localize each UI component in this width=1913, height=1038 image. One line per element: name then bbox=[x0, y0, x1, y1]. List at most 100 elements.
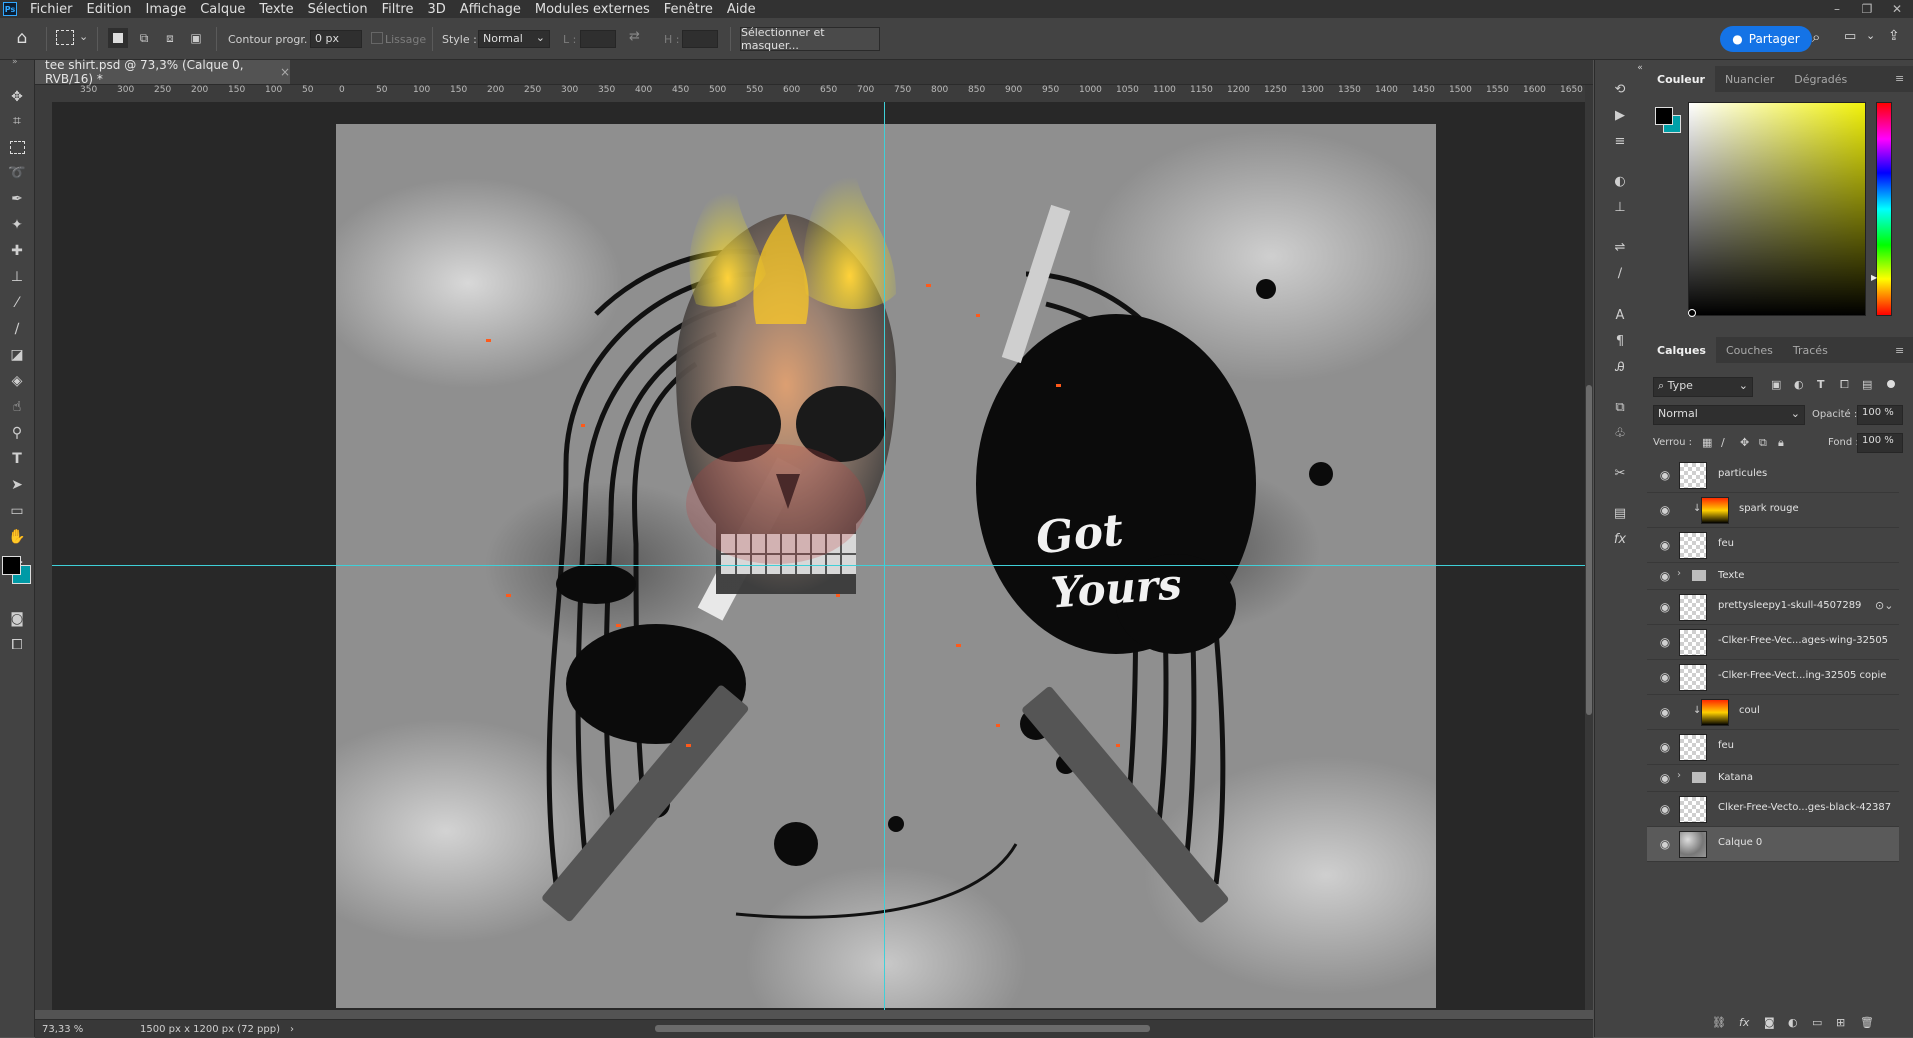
menu-texte[interactable]: Texte bbox=[252, 2, 300, 17]
menu-edition[interactable]: Edition bbox=[80, 2, 139, 17]
paragraph-icon[interactable]: ¶ bbox=[1608, 330, 1632, 352]
foreground-color-swatch[interactable] bbox=[2, 556, 21, 575]
home-icon[interactable]: ⌂ bbox=[10, 26, 34, 50]
clone-source-icon[interactable]: ⊥ bbox=[1608, 196, 1632, 218]
actions-play-icon[interactable]: ▶ bbox=[1608, 104, 1632, 126]
layer-name[interactable]: Calque 0 bbox=[1718, 837, 1762, 848]
layer-name[interactable]: prettysleepy1-skull-4507289 bbox=[1718, 600, 1861, 611]
filter-type-icon[interactable]: T bbox=[1817, 378, 1825, 391]
horizontal-ruler[interactable]: 350 300 250 200 150 100 50 0 50 100 150 … bbox=[52, 85, 1585, 103]
antialias-checkbox[interactable] bbox=[371, 32, 383, 44]
lock-transparency-icon[interactable]: ▦ bbox=[1702, 436, 1712, 449]
filter-smart-object-icon[interactable]: ▤ bbox=[1862, 378, 1872, 391]
layer-name[interactable]: feu bbox=[1718, 740, 1734, 751]
layer-comps-icon[interactable]: ⧉ bbox=[1608, 396, 1632, 418]
filter-shape-icon[interactable]: ⧠ bbox=[1840, 378, 1849, 392]
horizontal-guide-line[interactable] bbox=[52, 565, 1585, 566]
horizontal-scroll-thumb[interactable] bbox=[655, 1025, 1150, 1032]
menu-calque[interactable]: Calque bbox=[193, 2, 252, 17]
styles-fx-icon[interactable]: fx bbox=[1608, 528, 1632, 550]
layer-group-row[interactable]: ◉ › Katana bbox=[1647, 765, 1899, 792]
document-workspace[interactable]: Got Yours bbox=[52, 102, 1585, 1010]
brushes-icon[interactable]: ∕ bbox=[1608, 262, 1632, 284]
fill-input[interactable]: 100 % bbox=[1857, 433, 1903, 453]
tab-calques[interactable]: Calques bbox=[1647, 337, 1716, 363]
menu-fenetre[interactable]: Fenêtre bbox=[657, 2, 720, 17]
layer-name[interactable]: Texte bbox=[1718, 570, 1744, 581]
color-picker-field[interactable] bbox=[1688, 102, 1866, 316]
new-group-icon[interactable]: ▭ bbox=[1812, 1016, 1822, 1029]
layer-row[interactable]: ◉ ↓ spark rouge bbox=[1647, 493, 1899, 528]
glyphs-icon[interactable]: Ꭿ bbox=[1608, 356, 1632, 378]
eyedropper-icon[interactable]: ⁄ bbox=[5, 292, 29, 314]
menu-affichage[interactable]: Affichage bbox=[453, 2, 528, 17]
vertical-ruler[interactable] bbox=[35, 102, 53, 1010]
menu-fichier[interactable]: Fichier bbox=[23, 2, 80, 17]
color-panel-menu-icon[interactable]: ≡ bbox=[1895, 72, 1904, 85]
screen-mode-icon[interactable]: ⧠ bbox=[5, 634, 29, 656]
filter-toggle-icon[interactable] bbox=[1887, 380, 1895, 388]
healing-brush-icon[interactable]: ✚ bbox=[5, 240, 29, 262]
menu-image[interactable]: Image bbox=[138, 2, 193, 17]
layer-name[interactable]: -Clker-Free-Vect...ing-32505 copie bbox=[1718, 670, 1886, 681]
opacity-input[interactable]: 100 % bbox=[1857, 405, 1903, 425]
shapes-icon[interactable]: ♧ bbox=[1608, 422, 1632, 444]
hand-tool-icon[interactable]: ✋ bbox=[5, 526, 29, 548]
hue-slider[interactable] bbox=[1876, 102, 1892, 316]
select-and-mask-button[interactable]: Sélectionner et masquer... bbox=[740, 26, 880, 52]
swap-dimensions-icon[interactable]: ⇄ bbox=[629, 29, 640, 44]
layer-row[interactable]: ◉ prettysleepy1-skull-4507289 ⊙⌄ bbox=[1647, 590, 1899, 625]
layer-name[interactable]: -Clker-Free-Vec...ages-wing-32505 bbox=[1718, 635, 1888, 646]
visibility-eye-icon[interactable]: ◉ bbox=[1657, 836, 1673, 852]
tab-couches[interactable]: Couches bbox=[1716, 337, 1783, 363]
libraries-icon[interactable]: ▤ bbox=[1608, 502, 1632, 524]
feather-input[interactable]: 0 px bbox=[310, 30, 362, 48]
menu-3d[interactable]: 3D bbox=[421, 2, 453, 17]
layer-row-selected[interactable]: ◉ Calque 0 bbox=[1647, 827, 1899, 862]
layer-style-fx-icon[interactable]: fx bbox=[1739, 1016, 1749, 1029]
layer-name[interactable]: coul bbox=[1739, 705, 1760, 716]
restore-icon[interactable]: ❐ bbox=[1852, 0, 1882, 18]
layers-panel-menu-icon[interactable]: ≡ bbox=[1895, 344, 1904, 357]
new-selection-icon[interactable] bbox=[108, 28, 128, 48]
zoom-level[interactable]: 73,33 % bbox=[42, 1024, 102, 1035]
character-icon[interactable]: A bbox=[1608, 304, 1632, 326]
layer-row[interactable]: ◉ feu bbox=[1647, 730, 1899, 765]
visibility-eye-icon[interactable]: ◉ bbox=[1657, 634, 1673, 650]
marquee-tool-icon[interactable] bbox=[5, 136, 29, 158]
height-input[interactable] bbox=[682, 30, 718, 48]
expand-chevron-icon[interactable]: › bbox=[1677, 568, 1681, 579]
visibility-eye-icon[interactable]: ◉ bbox=[1657, 537, 1673, 553]
layer-name[interactable]: Clker-Free-Vecto...ges-black-42387 bbox=[1718, 802, 1891, 813]
visibility-eye-icon[interactable]: ◉ bbox=[1657, 770, 1673, 786]
tool-preset-chevron-icon[interactable]: ⌄ bbox=[79, 30, 88, 43]
expand-chevron-icon[interactable]: › bbox=[1677, 770, 1681, 781]
search-icon[interactable]: ⌕ bbox=[1812, 28, 1820, 46]
brush-tool-icon[interactable]: ∕ bbox=[5, 318, 29, 340]
visibility-eye-icon[interactable]: ◉ bbox=[1657, 704, 1673, 720]
paint-bucket-icon[interactable]: ◈ bbox=[5, 370, 29, 392]
tab-traces[interactable]: Tracés bbox=[1783, 337, 1838, 363]
layer-row[interactable]: ◉ particules bbox=[1647, 458, 1899, 493]
share-export-icon[interactable]: ⇪ bbox=[1888, 28, 1900, 44]
document-tab[interactable]: tee shirt.psd @ 73,3% (Calque 0, RVB/16)… bbox=[35, 58, 290, 86]
layer-row[interactable]: ◉ feu bbox=[1647, 528, 1899, 563]
pen-tool-icon[interactable]: ✒ bbox=[5, 188, 29, 210]
workspace-chevron-icon[interactable]: ⌄ bbox=[1866, 29, 1875, 42]
visibility-eye-icon[interactable]: ◉ bbox=[1657, 467, 1673, 483]
menu-filtre[interactable]: Filtre bbox=[375, 2, 421, 17]
minimize-icon[interactable]: – bbox=[1822, 0, 1852, 18]
tab-couleur[interactable]: Couleur bbox=[1647, 66, 1715, 92]
delete-layer-icon[interactable]: 🗑︎ bbox=[1860, 1016, 1874, 1029]
type-tool-icon[interactable]: T bbox=[5, 448, 29, 470]
layer-group-row[interactable]: ◉ › Texte bbox=[1647, 563, 1899, 590]
visibility-eye-icon[interactable]: ◉ bbox=[1657, 669, 1673, 685]
brush-settings-icon[interactable]: ⇌ bbox=[1608, 236, 1632, 258]
adjustments-icon[interactable]: ◐ bbox=[1608, 170, 1632, 192]
lasso-tool-icon[interactable]: ➰ bbox=[5, 162, 29, 184]
layer-filter-select[interactable]: ⌕ Type ⌄ bbox=[1653, 377, 1753, 397]
close-tab-icon[interactable]: × bbox=[280, 65, 290, 79]
intersect-selection-icon[interactable]: ▣ bbox=[186, 28, 206, 48]
status-chevron-icon[interactable]: › bbox=[290, 1024, 294, 1035]
dodge-tool-icon[interactable]: ⚲ bbox=[5, 422, 29, 444]
